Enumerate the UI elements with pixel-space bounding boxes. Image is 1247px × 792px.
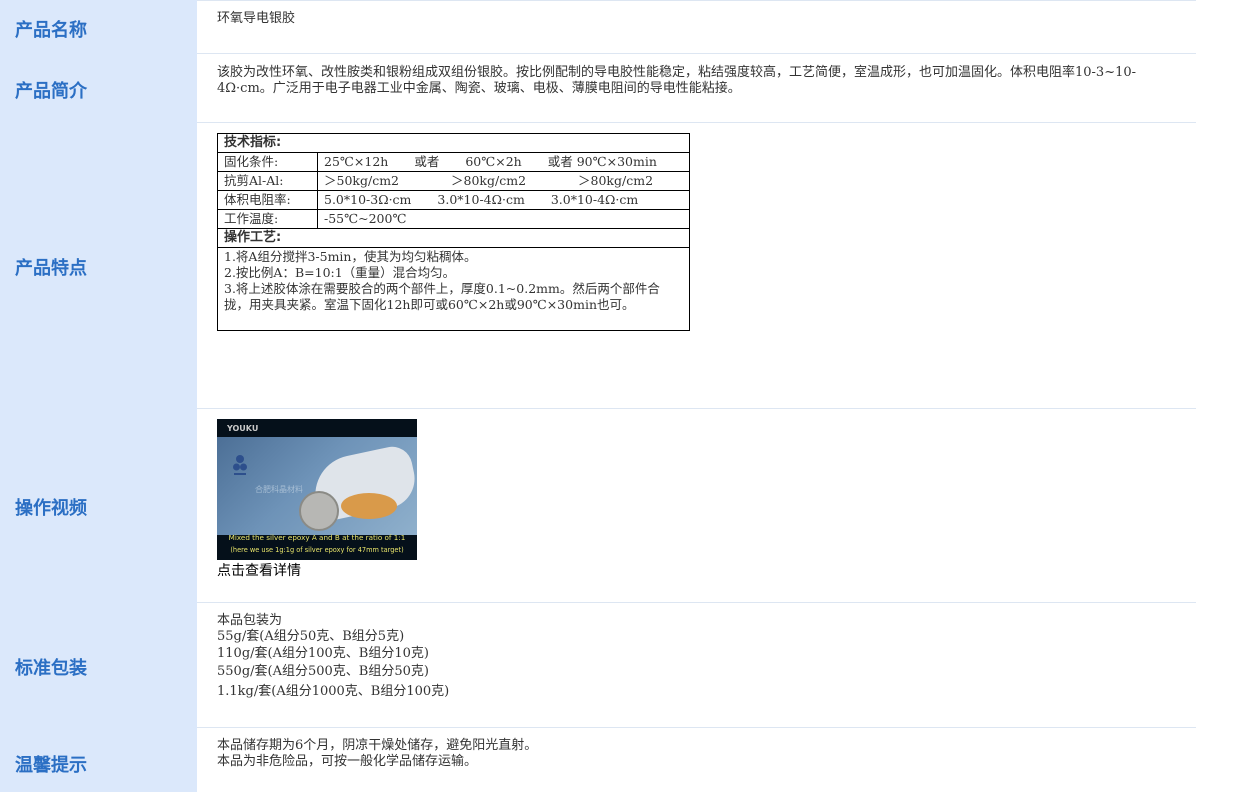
list-item: 本品为非危险品，可按一般化学品储存运输。 [217, 754, 478, 769]
list-item: 550g/套(A组分500克、B组分50克) [217, 664, 429, 679]
process-header: 操作工艺: [217, 228, 690, 248]
dish-shape [341, 493, 397, 519]
label-product-intro: 产品简介 [15, 81, 87, 102]
product-intro-text: 该胶为改性环氧、改性胺类和银粉组成双组份银胶。按比例配制的导电胶性能稳定，粘结强… [217, 65, 1137, 96]
table-row: 工作温度: -55℃~200℃ [217, 209, 690, 229]
label-operation-video: 操作视频 [15, 498, 87, 519]
label-product-name: 产品名称 [15, 20, 87, 41]
process-step: 3.将上述胶体涂在需要胶合的两个部件上，厚度0.1~0.2mm。然后两个部件合拢… [224, 281, 660, 312]
spec-value: ＞50kg/cm2 ＞80kg/cm2 ＞80kg/cm2 [317, 171, 690, 191]
list-item: 55g/套(A组分50克、B组分5克) [217, 629, 405, 644]
process-steps: 1.将A组分搅拌3-5min，使其为均匀粘稠体。 2.按比例A：B=10:1（重… [217, 247, 690, 331]
spec-key: 固化条件: [217, 152, 318, 172]
spec-key: 体积电阻率: [217, 190, 318, 210]
spec-value: -55℃~200℃ [317, 209, 690, 229]
tech-spec-header: 技术指标: [217, 133, 690, 153]
list-item: 本品储存期为6个月，阴凉干燥处储存，避免阳光直射。 [217, 738, 538, 753]
youku-logo: YOUKU [227, 424, 259, 433]
target-disc-shape [299, 491, 339, 531]
row-divider [197, 602, 1196, 603]
label-tips: 温馨提示 [15, 755, 87, 776]
video-caption: (here we use 1g:1g of silver epoxy for 4… [230, 546, 404, 554]
row-divider [197, 727, 1196, 728]
list-item: 本品包装为 [217, 613, 283, 628]
row-divider [197, 408, 1196, 409]
tips-text: 本品储存期为6个月，阴凉干燥处储存，避免阳光直射。 本品为非危险品，可按一般化学… [217, 738, 537, 770]
table-row: 体积电阻率: 5.0*10-3Ω·cm 3.0*10-4Ω·cm 3.0*10-4Ω… [217, 190, 690, 210]
spec-key: 抗剪Al-Al: [217, 171, 318, 191]
video-watermark: 合肥科晶材料 [255, 485, 303, 494]
package-list: 本品包装为 55g/套(A组分50克、B组分5克) 110g/套(A组分100克… [217, 613, 449, 700]
row-divider [197, 53, 1196, 54]
spec-table: 技术指标: 固化条件: 25℃×12h 或者 60℃×2h 或者 90℃×30min … [217, 133, 690, 331]
video-detail-link[interactable]: 点击查看详情 [217, 560, 301, 580]
table-row: 固化条件: 25℃×12h 或者 60℃×2h 或者 90℃×30min [217, 152, 690, 172]
row-divider [197, 0, 1196, 1]
brand-logo-icon [233, 455, 247, 475]
process-step: 1.将A组分搅拌3-5min，使其为均匀粘稠体。 [224, 249, 477, 264]
spec-value: 5.0*10-3Ω·cm 3.0*10-4Ω·cm 3.0*10-4Ω·cm [317, 190, 690, 210]
video-caption: Mixed the silver epoxy A and B at the ra… [228, 533, 406, 542]
spec-value: 25℃×12h 或者 60℃×2h 或者 90℃×30min [317, 152, 690, 172]
row-divider [197, 122, 1196, 123]
label-standard-package: 标准包装 [15, 658, 87, 679]
product-name-value: 环氧导电银胶 [217, 11, 296, 26]
label-product-features: 产品特点 [15, 258, 87, 279]
table-row: 抗剪Al-Al: ＞50kg/cm2 ＞80kg/cm2 ＞80kg/cm2 [217, 171, 690, 191]
video-thumbnail[interactable]: YOUKU 合肥科晶材料 Mixed the silver epoxy A an… [217, 419, 417, 560]
list-item: 110g/套(A组分100克、B组分10克) [217, 646, 429, 661]
process-step: 2.按比例A：B=10:1（重量）混合均匀。 [224, 265, 456, 280]
list-item: 1.1kg/套(A组分1000克、B组分100克) [217, 684, 450, 699]
spec-key: 工作温度: [217, 209, 318, 229]
